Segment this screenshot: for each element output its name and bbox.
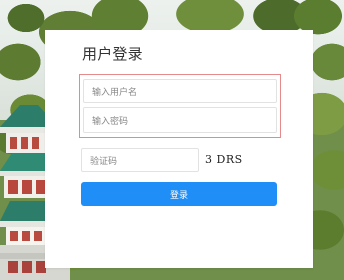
login-button[interactable]: 登录 (81, 182, 277, 206)
password-input[interactable]: 输入密码 (83, 107, 277, 133)
captcha-code: 3 DRS (205, 153, 243, 166)
username-input[interactable]: 输入用户名 (83, 79, 277, 103)
login-card: 用户登录 输入用户名 输入密码 验证码 3 DRS 登录 (45, 30, 313, 268)
captcha-input[interactable]: 验证码 (81, 148, 199, 172)
credentials-highlight-box: 输入用户名 输入密码 (79, 74, 281, 138)
page-title: 用户登录 (82, 45, 143, 63)
